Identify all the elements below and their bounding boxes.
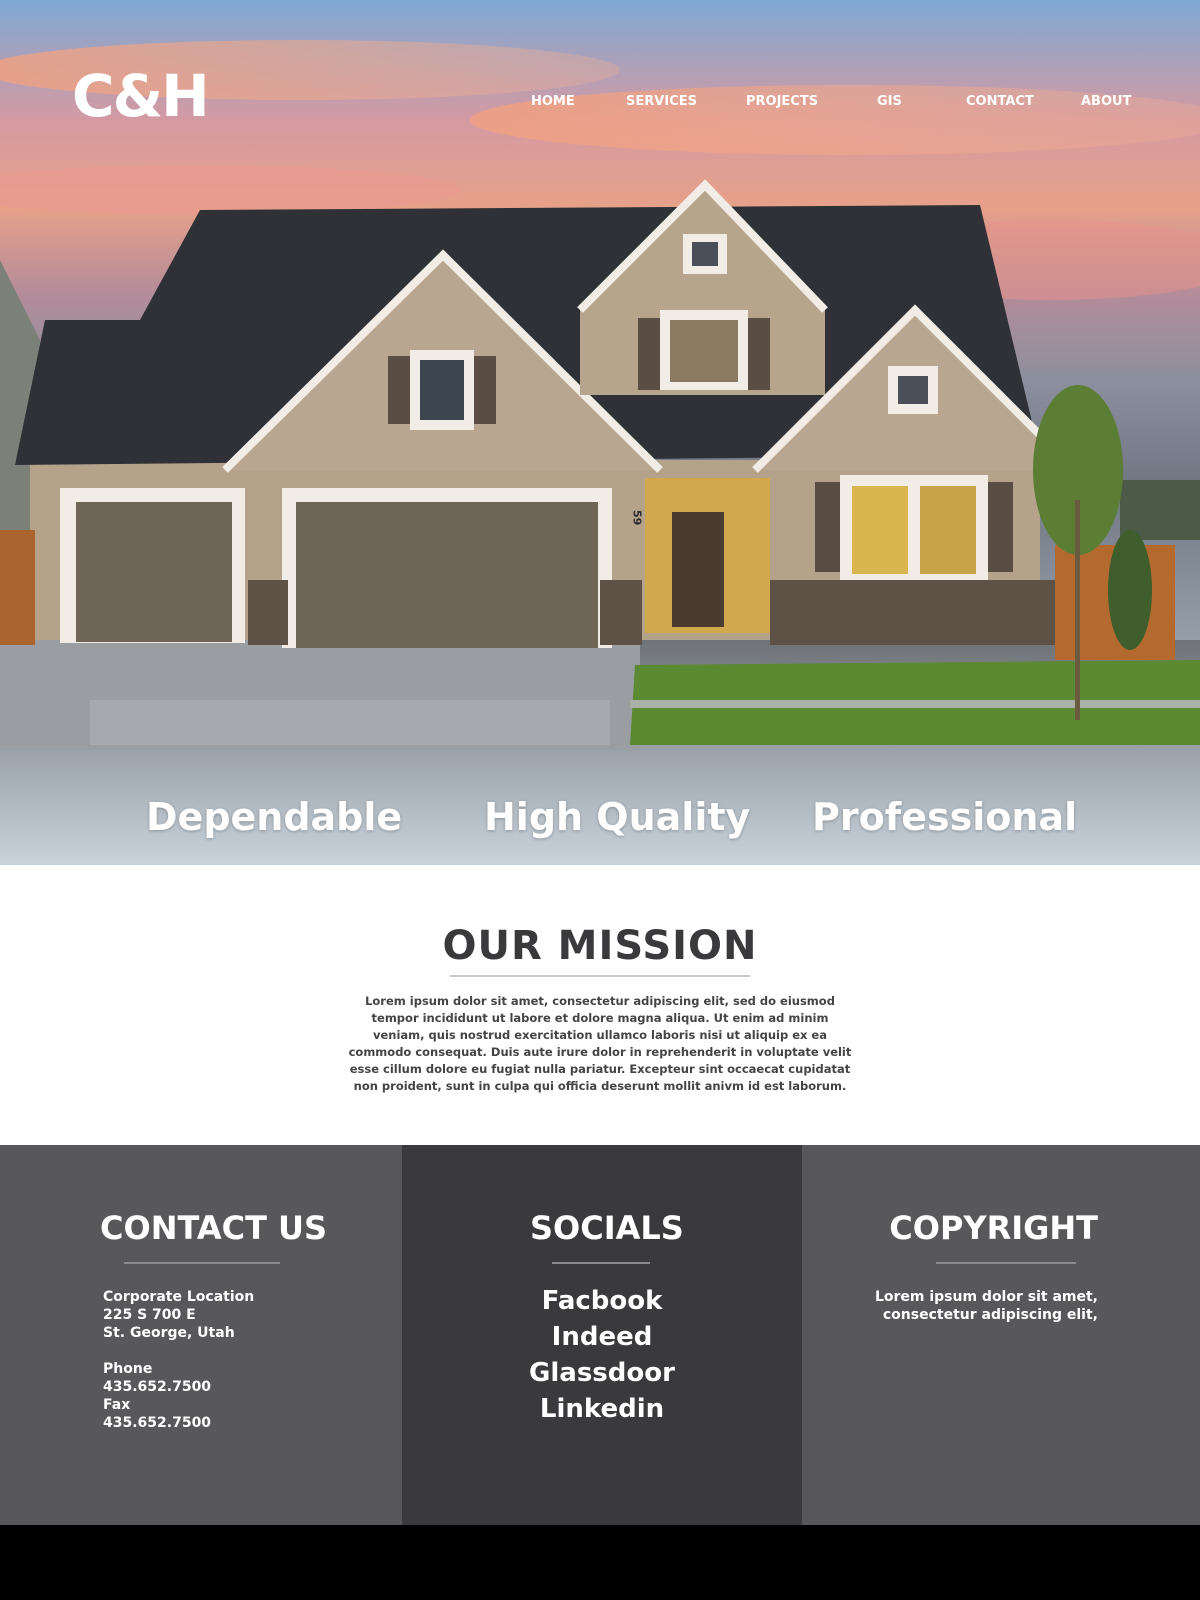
copyright-divider [936,1262,1076,1264]
social-link-linkedin[interactable]: Linkedin [402,1391,802,1427]
social-link-facebook[interactable]: Facbook [402,1283,802,1319]
contact-line: Fax [103,1397,131,1413]
social-link-indeed[interactable]: Indeed [402,1319,802,1355]
contact-line [103,1342,254,1360]
social-links: Facbook Indeed Glassdoor Linkedin [402,1283,802,1427]
contact-details: Corporate Location 225 S 700 E St. Georg… [103,1288,254,1432]
contact-phone[interactable]: 435.652.7500 [103,1378,254,1396]
mission-title: OUR MISSION [442,923,758,969]
copyright-text: Lorem ipsum dolor sit amet, consectetur … [875,1288,1098,1324]
contact-title: CONTACT US [100,1209,328,1247]
copyright-line: Lorem ipsum dolor sit amet, [874,1289,1098,1305]
nav-services[interactable]: SERVICES [626,94,697,109]
mission-divider [450,975,750,977]
contact-line: St. George, Utah [103,1325,235,1341]
nav-gis[interactable]: GIS [877,94,902,109]
contact-fax: 435.652.7500 [103,1415,212,1431]
nav-contact[interactable]: CONTACT [966,94,1034,109]
house-number: 5759 [631,510,644,525]
contact-line: Corporate Location [103,1289,255,1305]
tagline-dependable: Dependable [146,795,403,839]
social-link-glassdoor[interactable]: Glassdoor [402,1355,802,1391]
copyright-line: consectetur adipiscing elit, [882,1307,1098,1323]
contact-line: 225 S 700 E [103,1307,196,1323]
nav-projects[interactable]: PROJECTS [746,94,818,109]
page: C&H HOME SERVICES PROJECTS GIS CONTACT A… [0,0,1200,1600]
main-nav: HOME SERVICES PROJECTS GIS CONTACT ABOUT [0,94,1200,114]
hero-section: C&H HOME SERVICES PROJECTS GIS CONTACT A… [0,0,1200,865]
copyright-title: COPYRIGHT [889,1209,1098,1247]
mission-text: Lorem ipsum dolor sit amet, consectetur … [348,994,852,1093]
copyright-column: COPYRIGHT Lorem ipsum dolor sit amet, co… [802,1145,1200,1525]
tagline-high-quality: High Quality [484,795,751,839]
tagline-professional: Professional [812,795,1078,839]
socials-column: SOCIALS Facbook Indeed Glassdoor Linkedi… [402,1145,802,1525]
bottom-bar [0,1525,1200,1600]
mission-section: OUR MISSION Lorem ipsum dolor sit amet, … [0,865,1200,1145]
nav-about[interactable]: ABOUT [1081,94,1131,109]
nav-home[interactable]: HOME [531,94,575,109]
contact-line: Phone [103,1361,153,1377]
contact-column: CONTACT US Corporate Location 225 S 700 … [0,1145,402,1525]
contact-divider [124,1262,280,1264]
svg-text:5759: 5759 [631,510,644,525]
socials-divider [552,1262,650,1264]
socials-title: SOCIALS [530,1209,684,1247]
